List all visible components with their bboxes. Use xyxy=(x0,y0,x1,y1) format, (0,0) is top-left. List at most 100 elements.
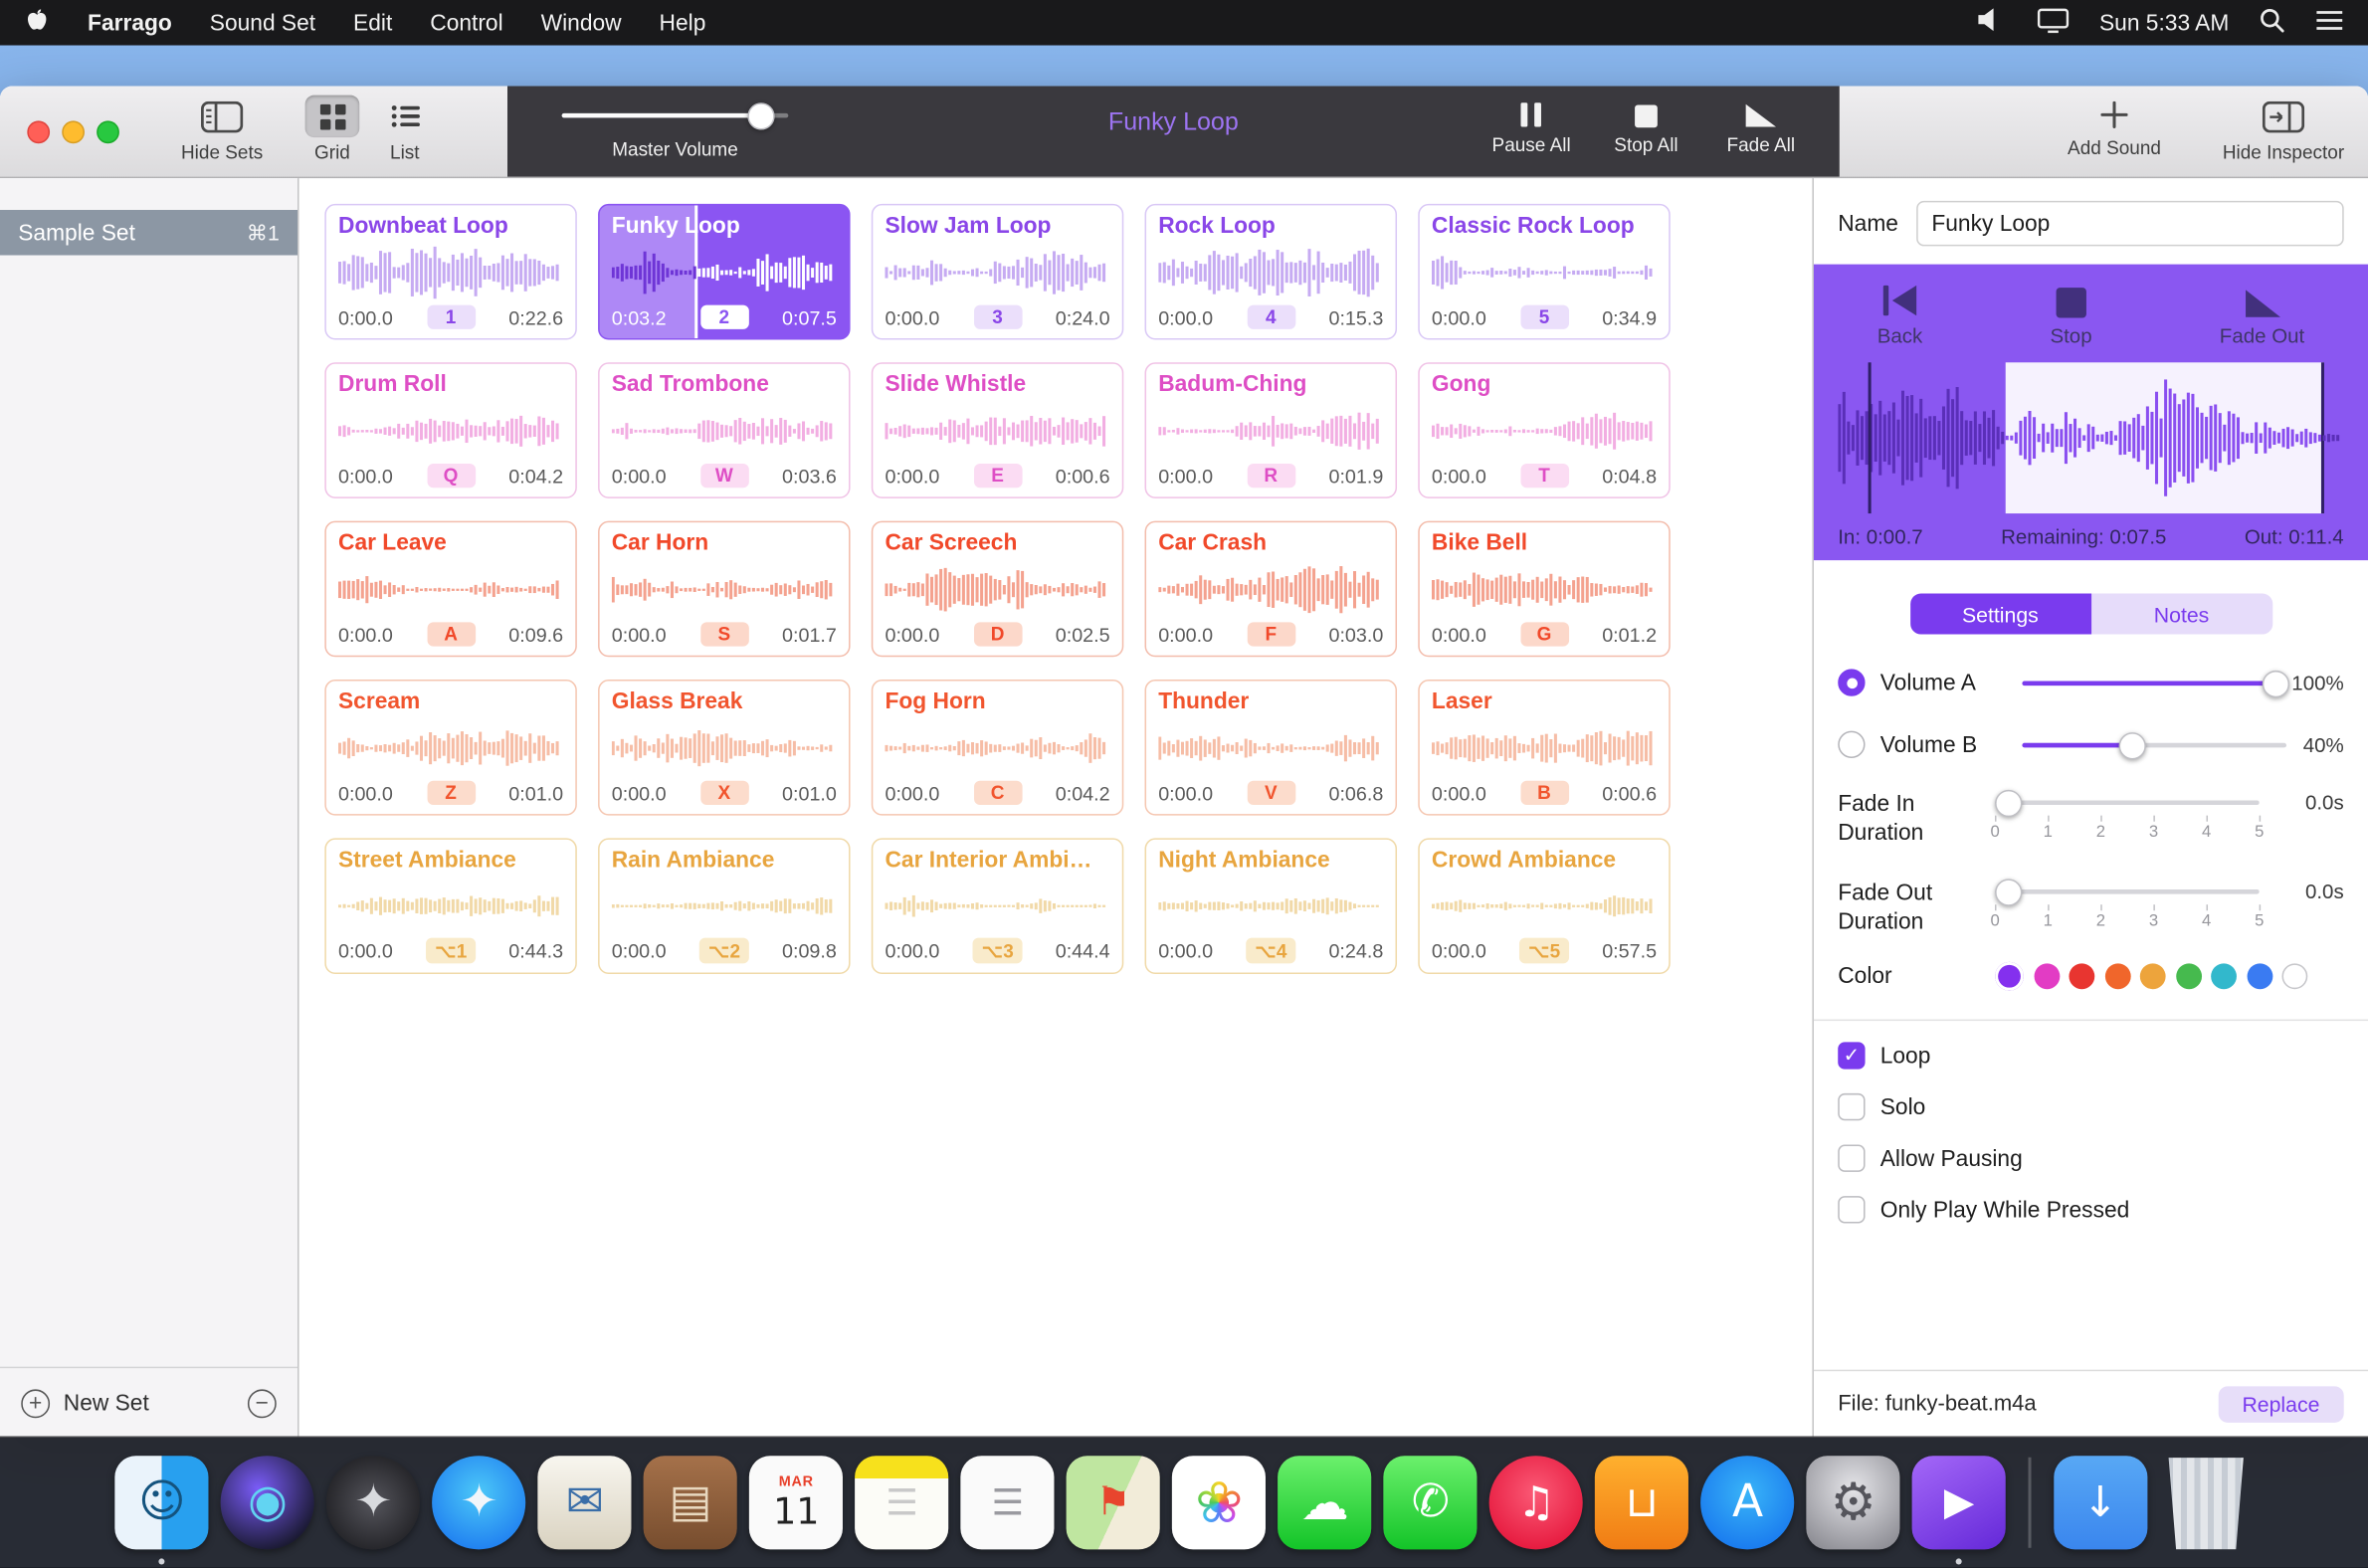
in-point-marker[interactable] xyxy=(1869,362,1872,513)
volume-a-slider[interactable] xyxy=(2022,671,2286,694)
dock-finder-icon[interactable]: ☺ xyxy=(115,1456,209,1549)
dock-siri-icon[interactable]: ◉ xyxy=(221,1456,314,1549)
tab-notes[interactable]: Notes xyxy=(2090,594,2271,635)
checkbox-row-solo[interactable]: Solo xyxy=(1838,1093,2343,1120)
app-menu[interactable]: Farrago xyxy=(88,10,172,36)
sound-tile[interactable]: Car Screech 0:00.0 D 0:02.5 xyxy=(872,521,1123,658)
sound-tile[interactable]: Bike Bell 0:00.0 G 0:01.2 xyxy=(1418,521,1670,658)
color-swatch[interactable] xyxy=(2211,963,2237,989)
add-sound-button[interactable]: Add Sound xyxy=(2063,101,2165,159)
add-set-icon[interactable]: + xyxy=(21,1389,50,1418)
sound-tile[interactable]: Car Crash 0:00.0 F 0:03.0 xyxy=(1145,521,1397,658)
sound-tile[interactable]: Thunder 0:00.0 V 0:06.8 xyxy=(1145,680,1397,816)
volume-a-radio[interactable] xyxy=(1838,669,1865,695)
volume-b-knob[interactable] xyxy=(2118,732,2145,759)
sound-tile[interactable]: Slow Jam Loop 0:00.0 3 0:24.0 xyxy=(872,204,1123,340)
menu-item-control[interactable]: Control xyxy=(430,10,502,36)
color-swatch[interactable] xyxy=(2104,963,2130,989)
sound-tile[interactable]: Downbeat Loop 0:00.0 1 0:22.6 xyxy=(324,204,576,340)
sound-tile[interactable]: Rain Ambiance 0:00.0 ⌥2 0:09.8 xyxy=(598,838,850,974)
dock-appstore-icon[interactable]: A xyxy=(1700,1456,1794,1549)
volume-b-radio[interactable] xyxy=(1838,731,1865,758)
minimize-window-button[interactable] xyxy=(62,120,85,143)
sound-tile[interactable]: Gong 0:00.0 T 0:04.8 xyxy=(1418,362,1670,498)
dock-music-icon[interactable]: ♫ xyxy=(1489,1456,1583,1549)
stop-all-button[interactable]: Stop All xyxy=(1589,101,1703,156)
sound-tile[interactable]: Sad Trombone 0:00.0 W 0:03.6 xyxy=(598,362,850,498)
list-view-button[interactable]: List xyxy=(377,96,432,163)
checkbox[interactable] xyxy=(1838,1145,1865,1172)
tab-settings[interactable]: Settings xyxy=(1909,594,2090,635)
fade-out-button[interactable]: Fade Out xyxy=(2220,283,2304,347)
dock-safari-icon[interactable]: ✦ xyxy=(432,1456,525,1549)
volume-a-knob[interactable] xyxy=(2263,671,2289,697)
apple-menu-icon[interactable] xyxy=(24,7,50,39)
checkbox[interactable]: ✓ xyxy=(1838,1042,1865,1069)
color-swatch[interactable] xyxy=(2247,963,2272,989)
sound-tile[interactable]: Drum Roll 0:00.0 Q 0:04.2 xyxy=(324,362,576,498)
fade-out-slider[interactable] xyxy=(1995,879,2260,902)
display-menu-extra-icon[interactable] xyxy=(2038,7,2070,39)
zoom-window-button[interactable] xyxy=(97,120,119,143)
dock-system-preferences-icon[interactable]: ⚙ xyxy=(1807,1456,1900,1549)
name-field[interactable] xyxy=(1916,201,2344,247)
dock-calendar-icon[interactable]: MAR11 xyxy=(749,1456,843,1549)
dock-books-icon[interactable]: ⊔ xyxy=(1595,1456,1688,1549)
back-button[interactable]: Back xyxy=(1877,283,1923,347)
color-swatch[interactable] xyxy=(2281,963,2307,989)
spotlight-icon[interactable] xyxy=(2260,7,2285,39)
sound-tile[interactable]: Car Leave 0:00.0 A 0:09.6 xyxy=(324,521,576,658)
sound-tile[interactable]: Street Ambiance 0:00.0 ⌥1 0:44.3 xyxy=(324,838,576,974)
menu-item-help[interactable]: Help xyxy=(660,10,706,36)
color-swatch[interactable] xyxy=(2140,963,2166,989)
grid-view-button[interactable]: Grid xyxy=(305,96,360,163)
remove-set-icon[interactable]: − xyxy=(248,1389,277,1418)
stop-button[interactable]: Stop xyxy=(2050,283,2091,347)
sound-tile[interactable]: Rock Loop 0:00.0 4 0:15.3 xyxy=(1145,204,1397,340)
notification-center-icon[interactable] xyxy=(2315,8,2344,37)
fade-out-knob[interactable] xyxy=(1995,879,2022,905)
dock-reminders-icon[interactable]: ☰ xyxy=(961,1456,1055,1549)
dock-launchpad-icon[interactable]: ✦ xyxy=(326,1456,420,1549)
dock-photos-icon[interactable]: ❀ xyxy=(1172,1456,1266,1549)
inspector-waveform[interactable] xyxy=(1838,362,2343,513)
sound-tile[interactable]: Classic Rock Loop 0:00.0 5 0:34.9 xyxy=(1418,204,1670,340)
dock-contacts-icon[interactable]: ▤ xyxy=(644,1456,737,1549)
close-window-button[interactable] xyxy=(27,120,50,143)
dock-downloads-icon[interactable]: ↓ xyxy=(2054,1456,2147,1549)
fade-in-slider[interactable] xyxy=(1995,790,2260,814)
sound-tile[interactable]: Car Horn 0:00.0 S 0:01.7 xyxy=(598,521,850,658)
hide-inspector-button[interactable]: Hide Inspector xyxy=(2214,101,2353,163)
hide-sets-button[interactable]: Hide Sets xyxy=(169,101,275,163)
menu-bar-clock[interactable]: Sun 5:33 AM xyxy=(2099,10,2229,36)
fade-in-knob[interactable] xyxy=(1995,790,2022,817)
volume-b-slider[interactable] xyxy=(2022,732,2286,756)
sidebar-item-sample-set[interactable]: Sample Set⌘1 xyxy=(0,210,297,256)
sound-tile[interactable]: Slide Whistle 0:00.0 E 0:00.6 xyxy=(872,362,1123,498)
replace-file-button[interactable]: Replace xyxy=(2218,1386,2344,1422)
sound-tile[interactable]: Badum-Ching 0:00.0 R 0:01.9 xyxy=(1145,362,1397,498)
dock-messages-icon[interactable]: ☁ xyxy=(1278,1456,1371,1549)
fade-all-button[interactable]: Fade All xyxy=(1703,101,1818,156)
menu-item-edit[interactable]: Edit xyxy=(353,10,392,36)
dock-maps-icon[interactable]: ⚑ xyxy=(1067,1456,1160,1549)
checkbox[interactable] xyxy=(1838,1196,1865,1223)
dock-farrago-icon[interactable]: ▶ xyxy=(1912,1456,2006,1549)
dock-notes-icon[interactable]: ☰ xyxy=(855,1456,948,1549)
sound-tile[interactable]: Crowd Ambiance 0:00.0 ⌥5 0:57.5 xyxy=(1418,838,1670,974)
sound-tile[interactable]: Car Interior Ambi… 0:00.0 ⌥3 0:44.4 xyxy=(872,838,1123,974)
menu-item-window[interactable]: Window xyxy=(541,10,622,36)
dock-facetime-icon[interactable]: ✆ xyxy=(1384,1456,1478,1549)
sound-tile[interactable]: Fog Horn 0:00.0 C 0:04.2 xyxy=(872,680,1123,816)
sound-tile[interactable]: Laser 0:00.0 B 0:00.6 xyxy=(1418,680,1670,816)
pause-all-button[interactable]: Pause All xyxy=(1474,101,1588,156)
dock-mail-icon[interactable]: ✉ xyxy=(538,1456,632,1549)
checkbox-row-only-play-while-pressed[interactable]: Only Play While Pressed xyxy=(1838,1196,2343,1223)
menu-item-sound-set[interactable]: Sound Set xyxy=(210,10,315,36)
sound-tile[interactable]: Funky Loop 0:03.2 2 0:07.5 xyxy=(598,204,850,340)
sound-tile[interactable]: Glass Break 0:00.0 X 0:01.0 xyxy=(598,680,850,816)
color-swatch[interactable] xyxy=(2034,963,2060,989)
sound-tile[interactable]: Scream 0:00.0 Z 0:01.0 xyxy=(324,680,576,816)
sound-tile[interactable]: Night Ambiance 0:00.0 ⌥4 0:24.8 xyxy=(1145,838,1397,974)
new-set-button[interactable]: New Set xyxy=(64,1390,149,1416)
